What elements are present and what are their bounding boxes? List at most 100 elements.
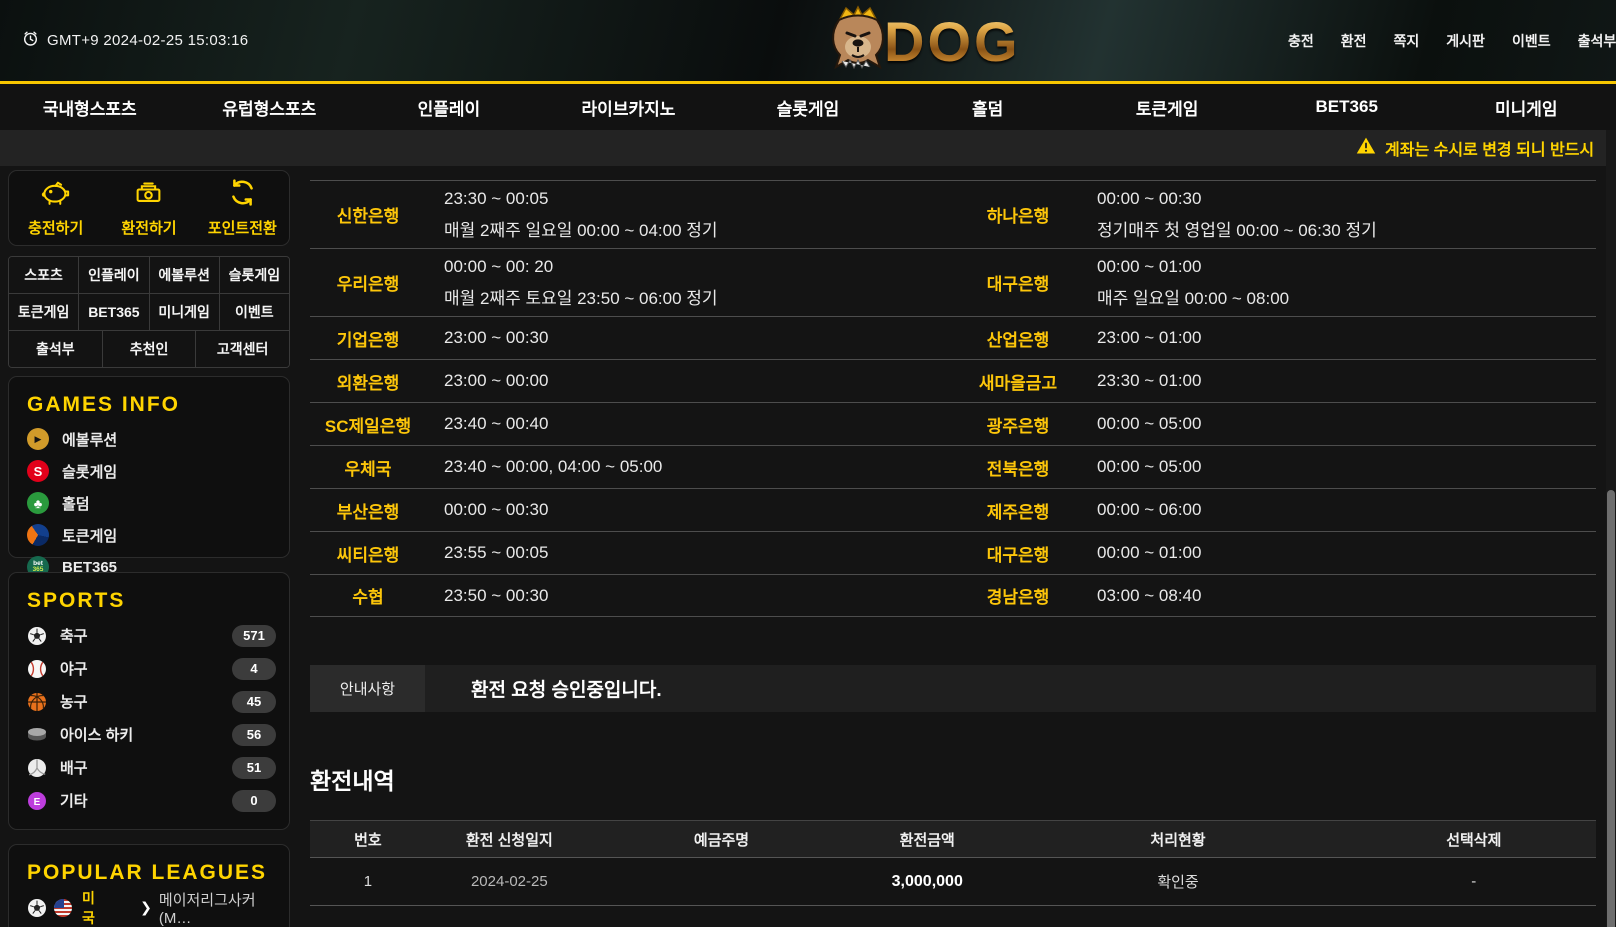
nav-item-7[interactable]: 토큰게임: [1077, 84, 1257, 130]
bank-row-6: 우체국23:40 ~ 00:00, 04:00 ~ 05:00전북은행00:00…: [310, 445, 1596, 488]
menu-button-추천인[interactable]: 추천인: [102, 331, 196, 367]
menu-grid-row: 출석부추천인고객센터: [9, 330, 289, 367]
games-info-item-3[interactable]: ♣홀덤: [9, 487, 289, 519]
menu-button-인플레이[interactable]: 인플레이: [78, 257, 148, 293]
bank-cell-left: 우체국23:40 ~ 00:00, 04:00 ~ 05:00: [310, 446, 953, 488]
games-info-item-4[interactable]: 토큰게임: [9, 519, 289, 551]
bank-row-3: 기업은행23:00 ~ 00:30산업은행23:00 ~ 01:00: [310, 316, 1596, 359]
menu-grid-row: 스포츠인플레이에볼루션슬롯게임: [9, 257, 289, 293]
header-link-4[interactable]: 게시판: [1446, 31, 1485, 51]
dog-mascot-icon: [826, 2, 890, 81]
bank-hours-note: 정기매주 첫 영업일 00:00 ~ 06:30 정기: [1097, 216, 1377, 241]
menu-button-토큰게임[interactable]: 토큰게임: [9, 294, 78, 330]
bank-hours-note: 매월 2째주 토요일 23:50 ~ 06:00 정기: [444, 284, 718, 309]
sidebar-menu-grid: 스포츠인플레이에볼루션슬롯게임토큰게임BET365미니게임이벤트출석부추천인고객…: [8, 256, 290, 368]
nav-item-4[interactable]: 라이브카지노: [539, 84, 719, 130]
bank-hours: 00:00 ~ 00:30 정기매주 첫 영업일 00:00 ~ 06:30 정기: [1083, 189, 1377, 241]
info-notice-message: 환전 요청 승인중입니다.: [425, 665, 1596, 712]
menu-button-슬롯게임[interactable]: 슬롯게임: [219, 257, 289, 293]
bank-hours: 23:30 ~ 00:05매월 2째주 일요일 00:00 ~ 04:00 정기: [426, 189, 718, 241]
bank-name: 수협: [310, 583, 426, 608]
nav-item-3[interactable]: 인플레이: [359, 84, 539, 130]
site-logo[interactable]: DOG: [826, 2, 1021, 81]
header-link-1[interactable]: 충전: [1288, 31, 1314, 51]
soccer-icon: [27, 626, 47, 646]
bank-name: 신한은행: [310, 202, 426, 227]
scrollbar-track[interactable]: [1606, 130, 1616, 927]
bank-name: 경남은행: [953, 583, 1083, 608]
bank-hours: 00:00 ~ 01:00: [1083, 543, 1201, 563]
bank-cell-right: 전북은행00:00 ~ 05:00: [953, 446, 1596, 488]
bank-name: 제주은행: [953, 498, 1083, 523]
main-nav: 국내형스포츠유럽형스포츠인플레이라이브카지노슬롯게임홀덤토큰게임BET365미니…: [0, 84, 1616, 130]
nav-item-5[interactable]: 슬롯게임: [718, 84, 898, 130]
menu-button-미니게임[interactable]: 미니게임: [149, 294, 219, 330]
games-info-label: 토큰게임: [62, 525, 117, 546]
bank-hours-main: 23:00 ~ 00:00: [444, 371, 548, 391]
menu-button-출석부[interactable]: 출석부: [9, 331, 102, 367]
bank-name: 대구은행: [953, 541, 1083, 566]
exchange-history-table: 번호환전 신청일지예금주명환전금액처리현황선택삭제12024-02-253,00…: [310, 820, 1596, 906]
sports-item-4[interactable]: 아이스 하키56: [9, 718, 289, 751]
league-row-1[interactable]: 미국❯메이저리그사커 (M…: [9, 891, 289, 924]
server-time: GMT+9 2024-02-25 15:03:16: [22, 0, 248, 81]
sports-item-5[interactable]: 배구51: [9, 751, 289, 784]
notice-content: 계좌는 수시로 변경 되니 반드시: [1356, 130, 1594, 166]
sports-item-1[interactable]: 축구571: [9, 619, 289, 652]
evolution-icon: ▶: [27, 428, 49, 450]
history-cell-status: 확인중: [1004, 871, 1351, 892]
bank-hours: 23:40 ~ 00:40: [426, 414, 548, 434]
piggy-bank-icon: [40, 178, 71, 212]
sports-item-3[interactable]: 농구45: [9, 685, 289, 718]
header-link-5[interactable]: 이벤트: [1512, 31, 1551, 51]
games-info-item-2[interactable]: S슬롯게임: [9, 455, 289, 487]
nav-item-8[interactable]: BET365: [1257, 84, 1437, 130]
bank-cell-left: 우리은행00:00 ~ 00: 20매월 2째주 토요일 23:50 ~ 06:…: [310, 249, 953, 316]
main-content: 신한은행23:30 ~ 00:05매월 2째주 일요일 00:00 ~ 04:0…: [310, 166, 1596, 906]
transfer-arrows-icon: [227, 178, 258, 212]
bank-cell-right: 대구은행00:00 ~ 01:00매주 일요일 00:00 ~ 08:00: [953, 249, 1596, 316]
sports-count-badge: 45: [232, 691, 276, 713]
nav-item-9[interactable]: 미니게임: [1437, 84, 1616, 130]
history-header-1: 번호: [310, 829, 426, 850]
bank-row-1: 신한은행23:30 ~ 00:05매월 2째주 일요일 00:00 ~ 04:0…: [310, 180, 1596, 248]
header-links: 충전 환전 쪽지 게시판 이벤트 출석부: [1288, 0, 1616, 81]
menu-button-고객센터[interactable]: 고객센터: [195, 331, 289, 367]
header-link-2[interactable]: 환전: [1341, 31, 1367, 51]
header-link-3[interactable]: 쪽지: [1394, 31, 1420, 51]
menu-button-이벤트[interactable]: 이벤트: [219, 294, 289, 330]
notice-marquee: 계좌는 수시로 변경 되니 반드시: [0, 130, 1616, 166]
bank-hours: 23:50 ~ 00:30: [426, 586, 548, 606]
nav-item-1[interactable]: 국내형스포츠: [0, 84, 180, 130]
sports-item-6[interactable]: E기타0: [9, 784, 289, 817]
history-row-1: 12024-02-253,000,000확인중-: [310, 858, 1596, 906]
games-info-label: 홀덤: [62, 493, 90, 514]
chevron-right-icon: ❯: [140, 899, 152, 916]
header-link-6[interactable]: 출석부: [1578, 31, 1616, 51]
quick-action-2[interactable]: 환전하기: [102, 171, 195, 245]
history-cell-date: 2024-02-25: [426, 873, 593, 890]
scrollbar-thumb[interactable]: [1607, 490, 1615, 927]
sports-label: 아이스 하키: [60, 724, 133, 745]
menu-button-BET365[interactable]: BET365: [78, 294, 148, 330]
bank-row-7: 부산은행00:00 ~ 00:30제주은행00:00 ~ 06:00: [310, 488, 1596, 531]
bank-hours: 00:00 ~ 00:30: [426, 500, 548, 520]
bank-name: 우체국: [310, 455, 426, 480]
bank-hours-main: 00:00 ~ 00:30: [1097, 189, 1377, 209]
history-cell-del: -: [1352, 873, 1596, 890]
history-header-4: 환전금액: [850, 829, 1004, 850]
quick-action-3[interactable]: 포인트전환: [196, 171, 289, 245]
bank-hours-note: 매주 일요일 00:00 ~ 08:00: [1097, 284, 1289, 309]
quick-action-1[interactable]: 충전하기: [9, 171, 102, 245]
nav-item-6[interactable]: 홀덤: [898, 84, 1078, 130]
warning-triangle-icon: [1356, 137, 1376, 159]
games-info-item-1[interactable]: ▶에볼루션: [9, 423, 289, 455]
sports-label: 기타: [60, 790, 88, 811]
nav-item-2[interactable]: 유럽형스포츠: [180, 84, 360, 130]
bank-row-2: 우리은행00:00 ~ 00: 20매월 2째주 토요일 23:50 ~ 06:…: [310, 248, 1596, 316]
quick-action-label: 환전하기: [121, 217, 176, 238]
bank-cell-right: 광주은행00:00 ~ 05:00: [953, 403, 1596, 445]
menu-button-스포츠[interactable]: 스포츠: [9, 257, 78, 293]
sports-item-2[interactable]: 야구4: [9, 652, 289, 685]
menu-button-에볼루션[interactable]: 에볼루션: [149, 257, 219, 293]
